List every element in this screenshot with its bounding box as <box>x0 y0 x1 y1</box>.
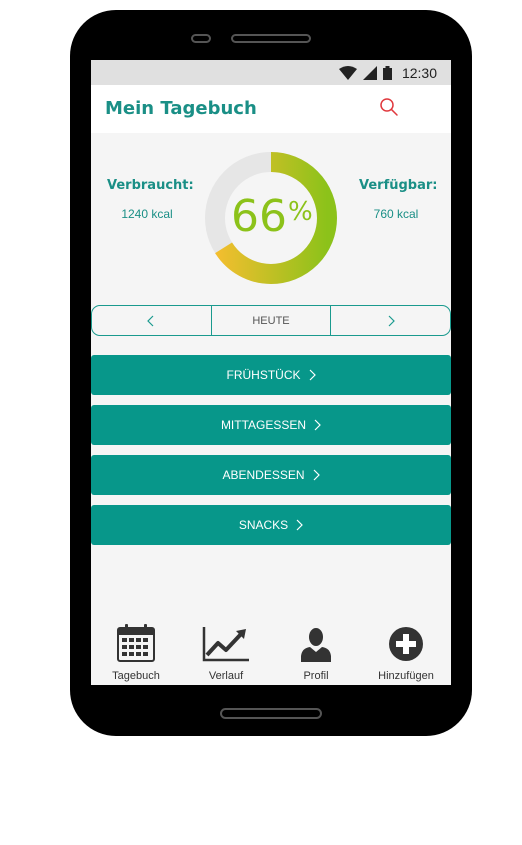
tab-label: Hinzufügen <box>378 670 434 682</box>
bottom-tab-bar: Tagebuch Verlauf Profil Hinzufügen <box>91 622 451 685</box>
search-icon[interactable] <box>378 96 400 118</box>
front-camera <box>191 34 211 43</box>
tab-profil[interactable]: Profil <box>271 622 361 685</box>
previous-day-button[interactable] <box>92 306 211 335</box>
meal-button-breakfast[interactable]: FRÜHSTÜCK <box>91 355 451 395</box>
date-label: HEUTE <box>252 314 290 327</box>
tab-hinzufuegen[interactable]: Hinzufügen <box>361 622 451 685</box>
meal-label: ABENDESSEN <box>222 468 305 482</box>
consumed-label: Verbraucht: <box>107 178 194 193</box>
page-title: Mein Tagebuch <box>105 98 257 119</box>
plus-circle-icon <box>389 627 423 661</box>
meal-label: SNACKS <box>238 518 289 532</box>
consumed-stat: Verbraucht: 1240 kcal <box>107 178 194 221</box>
percent-sign: % <box>288 197 313 227</box>
wifi-icon <box>338 65 357 80</box>
meal-button-dinner[interactable]: ABENDESSEN <box>91 455 451 495</box>
meal-button-lunch[interactable]: MITTAGESSEN <box>91 405 451 445</box>
home-button[interactable] <box>220 708 322 719</box>
app-screen: 12:30 Mein Tagebuch Verbraucht: 1240 kca… <box>91 60 451 685</box>
date-navigator: HEUTE <box>91 305 451 336</box>
status-time: 12:30 <box>401 64 437 81</box>
calendar-icon <box>117 624 155 662</box>
chevron-right-icon <box>309 369 316 381</box>
chevron-left-icon <box>147 315 154 326</box>
chevron-right-icon <box>388 315 395 326</box>
today-button[interactable]: HEUTE <box>210 306 331 335</box>
line-chart-icon <box>202 627 249 662</box>
tab-label: Profil <box>303 670 329 682</box>
battery-icon <box>382 65 392 80</box>
available-label: Verfügbar: <box>359 178 438 193</box>
percent-number: 66 <box>231 191 287 242</box>
chevron-right-icon <box>296 519 304 531</box>
app-header: Mein Tagebuch <box>91 85 451 133</box>
user-icon <box>301 628 331 662</box>
available-value: 760 kcal <box>373 207 419 221</box>
consumed-value: 1240 kcal <box>121 207 173 221</box>
tab-tagebuch[interactable]: Tagebuch <box>91 622 181 685</box>
chevron-right-icon <box>314 419 321 431</box>
chevron-right-icon <box>313 469 320 481</box>
status-bar: 12:30 <box>91 60 451 85</box>
earpiece-speaker <box>231 34 311 43</box>
tab-label: Verlauf <box>208 670 244 682</box>
meal-label: FRÜHSTÜCK <box>226 368 301 382</box>
meal-button-snacks[interactable]: SNACKS <box>91 505 451 545</box>
next-day-button[interactable] <box>330 306 450 335</box>
available-stat: Verfügbar: 760 kcal <box>359 178 438 221</box>
signal-icon <box>362 65 377 80</box>
tab-label: Tagebuch <box>112 670 160 682</box>
meal-label: MITTAGESSEN <box>220 418 307 432</box>
tab-verlauf[interactable]: Verlauf <box>181 622 271 685</box>
